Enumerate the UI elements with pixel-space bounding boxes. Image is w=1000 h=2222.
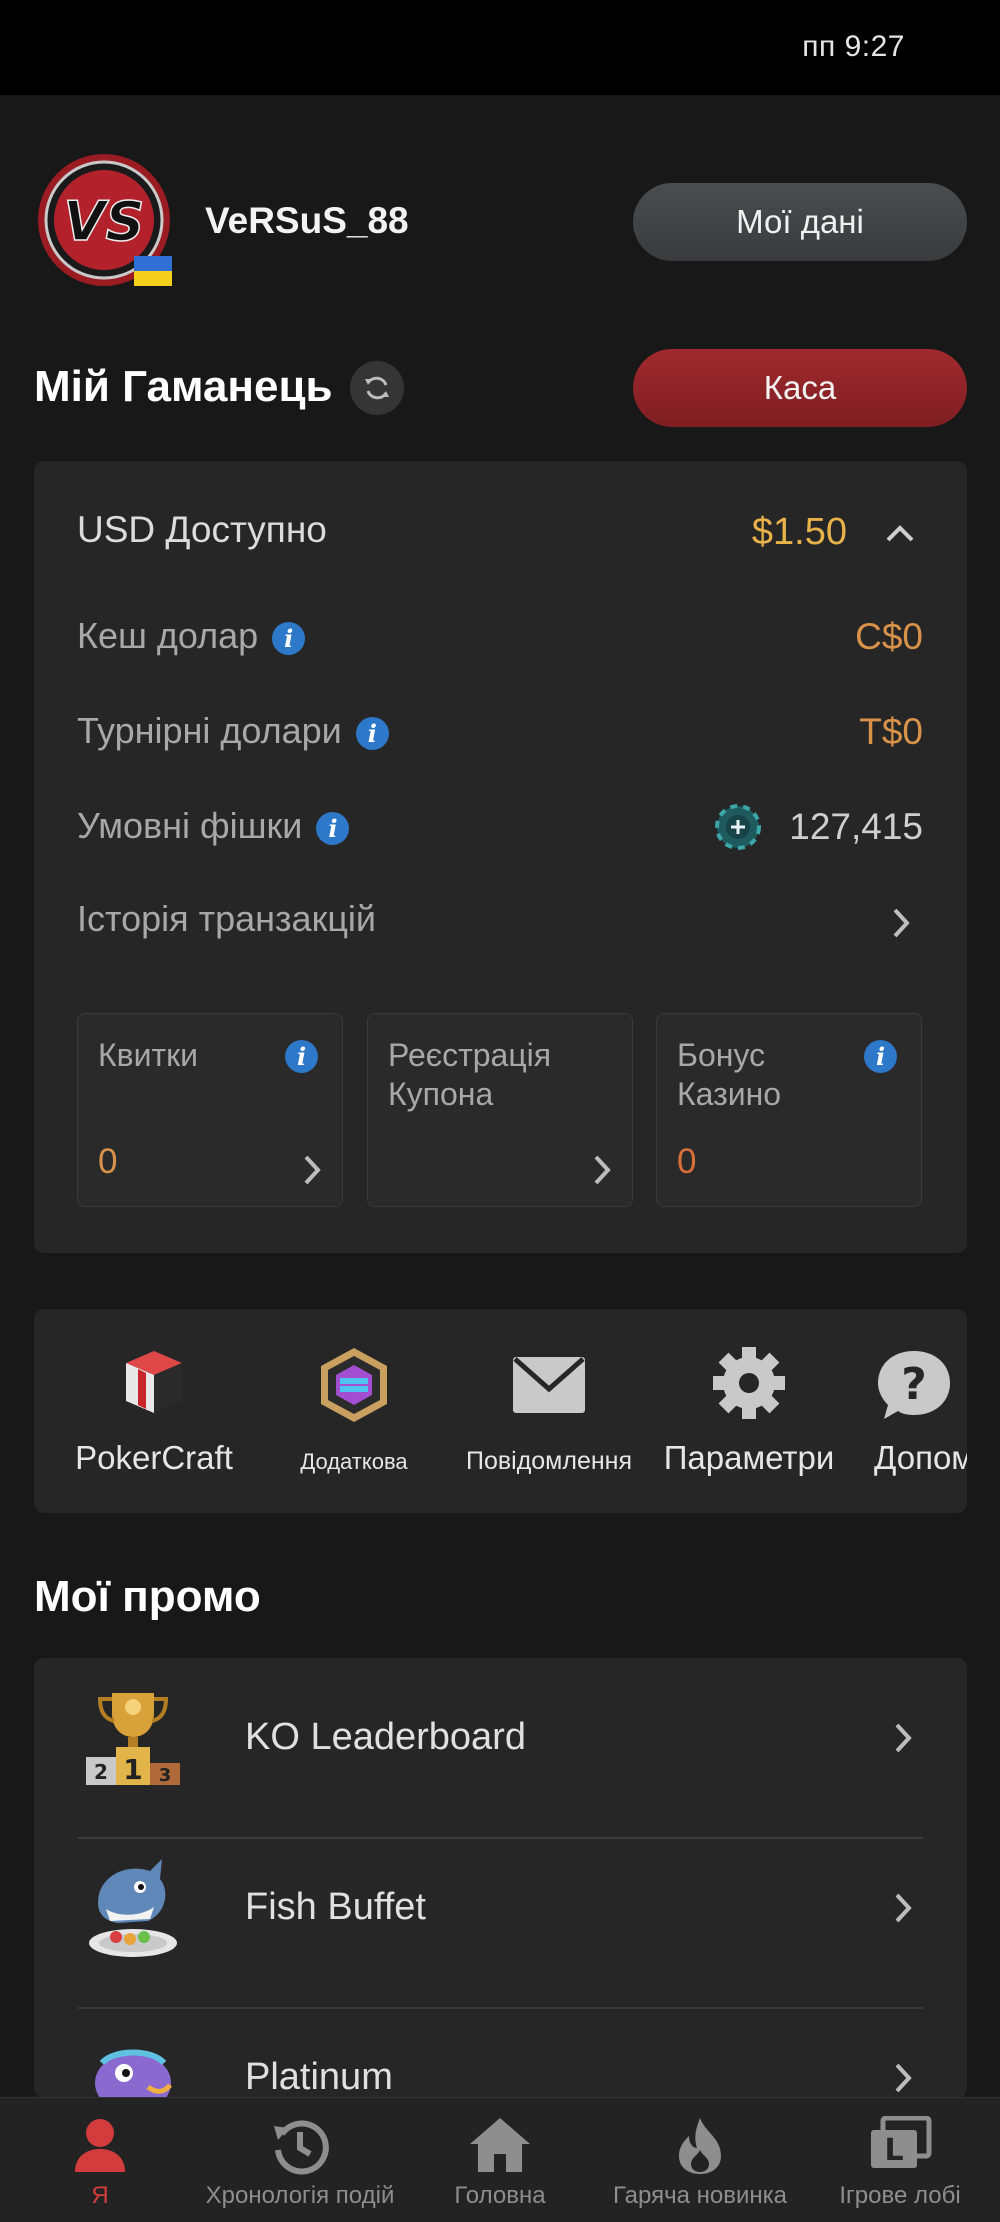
chevron-right-icon [304, 1155, 321, 1185]
play-chips-value: 127,415 [789, 806, 923, 847]
tool-settings[interactable]: Параметри [654, 1309, 844, 1513]
nav-history[interactable]: Хронологія подій [200, 2098, 400, 2222]
person-icon [75, 2119, 125, 2172]
casino-bonus-tile[interactable]: Бонус Казино i 0 [656, 1013, 922, 1207]
tool-messages[interactable]: Повідомлення [464, 1309, 634, 1513]
nav-lobby[interactable]: L Ігрове лобі [800, 2098, 1000, 2222]
usd-available-value: $1.50 [751, 511, 847, 553]
tool-label: Допом [874, 1439, 967, 1476]
history-icon [274, 2120, 329, 2175]
chevron-right-icon[interactable] [891, 907, 911, 939]
avatar[interactable]: VS [36, 152, 176, 292]
info-icon[interactable]: i [864, 1040, 897, 1073]
usd-available-label: USD Доступно [77, 509, 327, 550]
bottom-nav: Я Хронологія подій Головна Гаряча новинк… [0, 2097, 1000, 2222]
casino-bonus-value: 0 [677, 1142, 697, 1181]
info-icon[interactable]: i [316, 811, 350, 845]
tool-label: Повідомлення [465, 1447, 633, 1475]
chip-icon [715, 804, 761, 850]
refresh-button[interactable] [350, 361, 404, 415]
tool-help[interactable]: ? Допом [874, 1309, 967, 1513]
tournament-dollars-label: Турнірні долари [77, 710, 342, 751]
tickets-value: 0 [98, 1142, 118, 1181]
nav-me[interactable]: Я [0, 2098, 200, 2222]
fish-icon [95, 2049, 172, 2098]
promos-title: Мої промо [34, 1572, 261, 1621]
tool-label: PokerCraft [75, 1439, 233, 1476]
play-chips-label: Умовні фішки [77, 805, 303, 846]
promos-card: 1 2 3 KO Leaderboard Fish Buffet Platinu… [34, 1658, 967, 2098]
promo-item[interactable]: Fish Buffet [78, 1828, 923, 1998]
chevron-right-icon [895, 1893, 912, 1923]
extras-icon [321, 1348, 387, 1422]
tournament-dollars-row: Турнірні долари i [77, 710, 389, 752]
mail-icon [513, 1357, 585, 1413]
promo-item[interactable]: Platinum [78, 1998, 923, 2098]
wallet-card: USD Доступно $1.50 Кеш долар i C$0 Турнір… [34, 461, 967, 1253]
trophy-icon: 1 2 3 [86, 1693, 180, 1786]
svg-text:3: 3 [159, 1765, 172, 1786]
nav-label: Я [91, 2182, 109, 2209]
flag-icon [134, 256, 172, 286]
promo-name: KO Leaderboard [245, 1716, 526, 1758]
tools-card: PokerCraft Додаткова Повідомлення Параме… [34, 1309, 967, 1513]
transaction-history-label[interactable]: Історія транзакцій [77, 898, 376, 940]
wallet-title: Мій Гаманець [34, 362, 333, 411]
promo-item[interactable]: 1 2 3 KO Leaderboard [78, 1658, 923, 1828]
cash-dollars-row: Кеш долар i [77, 615, 306, 657]
status-bar: пп 9:27 [0, 0, 1000, 95]
nav-label: Головна [454, 2182, 546, 2209]
info-icon[interactable]: i [355, 716, 389, 750]
help-icon: ? [878, 1351, 950, 1419]
cashier-button[interactable]: Каса [633, 349, 967, 427]
tickets-label: Квитки [98, 1037, 199, 1073]
nav-hot-news[interactable]: Гаряча новинка [600, 2098, 800, 2222]
tournament-dollars-value: T$0 [859, 711, 923, 752]
play-chips-row: Умовні фішки i [77, 805, 350, 847]
tool-pokercraft[interactable]: PokerCraft [34, 1309, 274, 1513]
status-time: пп 9:27 [802, 30, 905, 63]
svg-text:?: ? [901, 1359, 927, 1410]
casino-bonus-label: Бонус Казино [677, 1037, 782, 1112]
chevron-right-icon [895, 2063, 912, 2093]
username: VeRSuS_88 [205, 200, 409, 241]
promo-name: Platinum [245, 2056, 393, 2098]
coupon-registration-label: Реєстрація Купона [388, 1037, 552, 1112]
nav-home[interactable]: Головна [400, 2098, 600, 2222]
svg-text:2: 2 [94, 1760, 108, 1784]
promo-name: Fish Buffet [245, 1886, 426, 1928]
cash-dollars-value: C$0 [855, 616, 923, 657]
shark-icon [89, 1859, 177, 1957]
svg-text:1: 1 [123, 1753, 142, 1786]
svg-text:L: L [884, 2133, 903, 2168]
my-data-button[interactable]: Мої дані [633, 183, 967, 261]
coupon-registration-tile[interactable]: Реєстрація Купона [367, 1013, 633, 1207]
nav-label: Хронологія подій [205, 2182, 395, 2209]
lobby-icon: L [871, 2116, 932, 2168]
tool-label: Параметри [663, 1439, 835, 1476]
nav-label: Ігрове лобі [839, 2182, 961, 2209]
home-icon [470, 2118, 530, 2172]
tool-extras[interactable]: Додаткова [274, 1309, 434, 1513]
svg-text:VS: VS [64, 190, 145, 253]
refresh-icon [365, 376, 389, 400]
flame-icon [679, 2118, 721, 2174]
chevron-right-icon [895, 1723, 912, 1753]
tickets-tile[interactable]: Квитки i 0 [77, 1013, 343, 1207]
cash-dollars-label: Кеш долар [77, 615, 259, 656]
info-icon[interactable]: i [285, 1040, 318, 1073]
nav-label: Гаряча новинка [613, 2182, 787, 2209]
gear-icon [713, 1347, 785, 1419]
pokercraft-icon [126, 1351, 182, 1413]
info-icon[interactable]: i [272, 621, 306, 655]
tool-label: Додаткова [300, 1449, 408, 1474]
chevron-up-icon[interactable] [885, 523, 915, 543]
chevron-right-icon [594, 1155, 611, 1185]
